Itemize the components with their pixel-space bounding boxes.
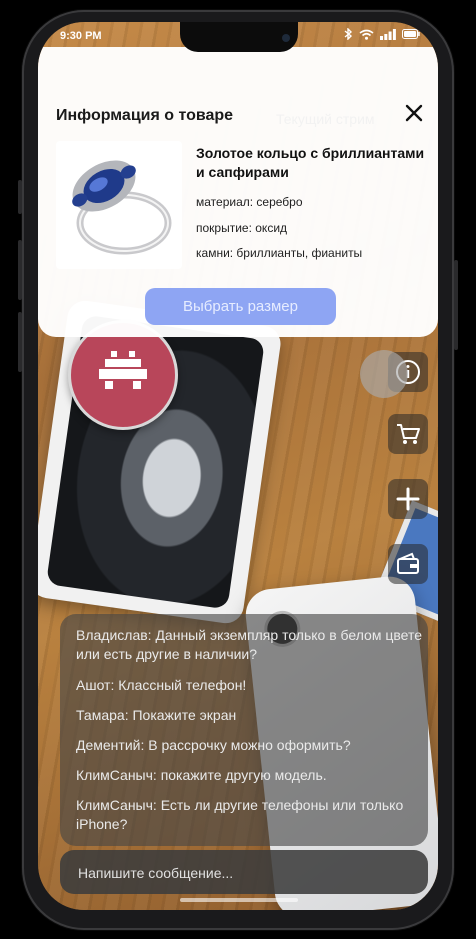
close-icon bbox=[405, 104, 423, 122]
wallet-icon bbox=[397, 552, 419, 574]
spec-material: материал: серебро bbox=[196, 195, 303, 209]
select-size-button[interactable]: Выбрать размер bbox=[145, 288, 336, 325]
home-indicator bbox=[180, 898, 298, 902]
signal-icon bbox=[380, 28, 396, 40]
product-image[interactable] bbox=[56, 141, 182, 269]
volume-down-button bbox=[18, 312, 22, 372]
close-button[interactable] bbox=[402, 101, 426, 125]
chat-message: КлимСаныч: Есть ли другие телефоны или т… bbox=[76, 797, 404, 832]
chat-panel[interactable]: Владислав: Данный экземпляр только в бел… bbox=[60, 614, 428, 846]
chat-message: КлимСаныч: покажите другую модель. bbox=[76, 767, 327, 783]
stream-title-ghost: Текущий стрим bbox=[276, 111, 375, 127]
spec-coating: покрытие: оксид bbox=[196, 221, 288, 235]
chat-message: Дементий: В рассрочку можно оформить? bbox=[76, 737, 351, 753]
volume-up-button bbox=[18, 240, 22, 300]
spec-stones: камни: бриллианты, фианиты bbox=[196, 246, 363, 260]
touch-indicator bbox=[360, 350, 408, 398]
chat-message: Тамара: Покажите экран bbox=[76, 707, 237, 723]
add-button[interactable] bbox=[388, 479, 428, 519]
mute-switch bbox=[18, 180, 22, 214]
power-button bbox=[454, 260, 458, 350]
bluetooth-icon bbox=[344, 28, 353, 40]
cart-button[interactable] bbox=[388, 414, 428, 454]
wifi-icon bbox=[359, 29, 374, 40]
chat-message: Владислав: Данный экземпляр только в бел… bbox=[76, 627, 423, 662]
message-input-box[interactable] bbox=[60, 850, 428, 896]
battery-icon bbox=[402, 29, 420, 39]
status-time: 9:30 PM bbox=[60, 30, 102, 42]
front-camera bbox=[282, 34, 290, 42]
wallet-button[interactable] bbox=[388, 544, 428, 584]
product-name: Золотое кольцо с бриллиантами и сапфирам… bbox=[196, 145, 425, 180]
plus-icon bbox=[396, 487, 420, 511]
product-info-panel: Текущий стрим Информация о товаре Золото… bbox=[38, 47, 438, 337]
message-input[interactable] bbox=[76, 850, 410, 896]
panel-title: Информация о товаре bbox=[56, 107, 234, 124]
chat-message: Ашот: Классный телефон! bbox=[76, 677, 247, 693]
notch bbox=[180, 22, 298, 52]
ring-image bbox=[72, 160, 172, 255]
cart-icon bbox=[397, 424, 420, 444]
screen: 9:30 PM Текущий стрим Информация о товар… bbox=[38, 22, 438, 910]
